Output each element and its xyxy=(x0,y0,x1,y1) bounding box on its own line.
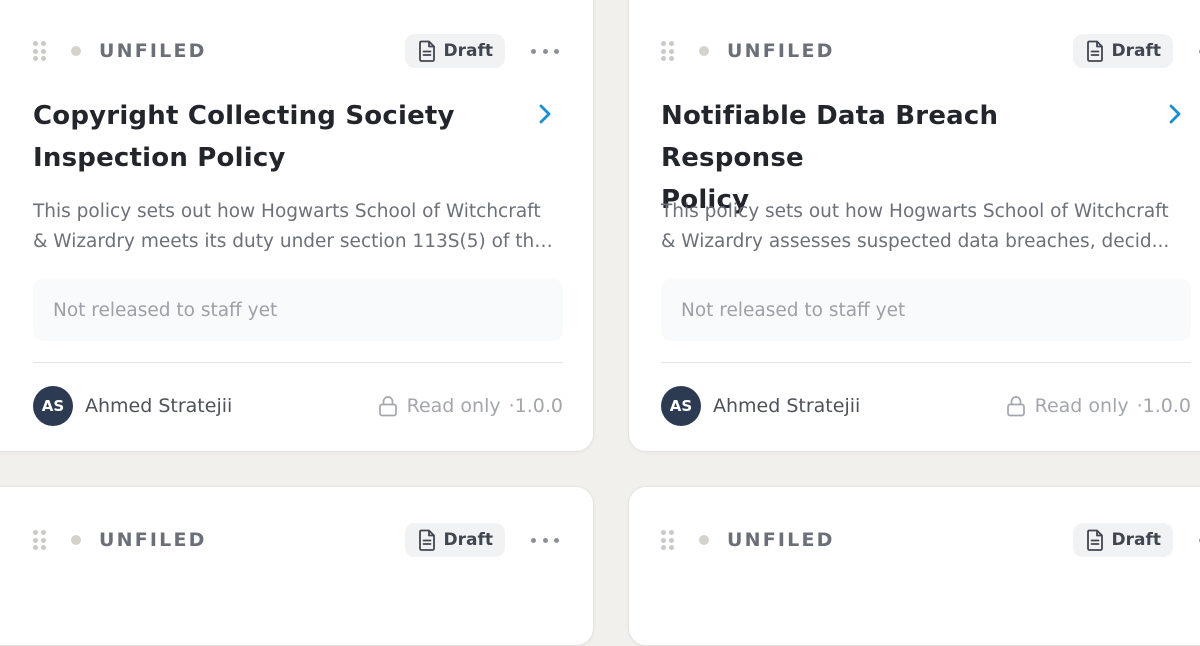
status-badge: Draft xyxy=(1072,34,1173,68)
document-icon xyxy=(1086,40,1103,62)
document-icon xyxy=(418,529,435,551)
drag-handle-icon[interactable] xyxy=(33,530,46,550)
policy-card[interactable]: UNFILED Draft xyxy=(0,486,594,646)
document-icon xyxy=(1086,529,1103,551)
folder-label: UNFILED xyxy=(727,529,835,551)
status-badge-label: Draft xyxy=(443,41,494,61)
policy-description-line: This policy sets out how Hogwarts School… xyxy=(33,201,541,222)
policy-description-line: & Wizardry assesses suspected data breac… xyxy=(661,231,1170,252)
policy-title-line: Copyright Collecting Society xyxy=(33,101,455,131)
drag-handle-icon[interactable] xyxy=(661,530,674,550)
divider xyxy=(33,362,563,363)
policy-card[interactable]: UNFILED Draft Copyright Collecting Socie… xyxy=(0,0,594,452)
chevron-right-icon[interactable] xyxy=(1167,103,1183,125)
status-badge-label: Draft xyxy=(1111,530,1162,550)
author-name: Ahmed Stratejii xyxy=(85,395,233,417)
policy-title-line: Inspection Policy xyxy=(33,143,286,173)
policy-description: This policy sets out how Hogwarts School… xyxy=(33,197,563,257)
status-dot xyxy=(699,46,709,56)
policy-card[interactable]: UNFILED Draft Notifiable Data Breach Res… xyxy=(628,0,1200,452)
card-header: UNFILED Draft xyxy=(661,33,1200,69)
drag-handle-icon[interactable] xyxy=(33,41,46,61)
more-horizontal-icon[interactable] xyxy=(531,41,559,61)
policy-card-grid: UNFILED Draft Copyright Collecting Socie… xyxy=(0,0,1200,646)
status-badge-label: Draft xyxy=(1111,41,1162,61)
status-badge: Draft xyxy=(1072,523,1173,557)
folder-label: UNFILED xyxy=(99,40,207,62)
more-horizontal-icon[interactable] xyxy=(531,530,559,550)
policy-title[interactable]: Copyright Collecting Society Inspection … xyxy=(33,95,473,179)
divider xyxy=(661,362,1191,363)
version-label: ·1.0.0 xyxy=(1136,395,1191,417)
avatar: AS xyxy=(33,386,73,426)
card-footer: AS Ahmed Stratejii Read only ·1.0.0 xyxy=(33,385,563,427)
access-label: Read only xyxy=(406,395,501,417)
version-label: ·1.0.0 xyxy=(508,395,563,417)
policy-description: This policy sets out how Hogwarts School… xyxy=(661,197,1191,257)
status-dot xyxy=(699,535,709,545)
folder-label: UNFILED xyxy=(727,40,835,62)
status-badge: Draft xyxy=(404,523,505,557)
card-footer: AS Ahmed Stratejii Read only ·1.0.0 xyxy=(661,385,1191,427)
access-level: Read only xyxy=(1006,395,1129,417)
status-dot xyxy=(71,46,81,56)
status-dot xyxy=(71,535,81,545)
lock-icon xyxy=(1006,396,1025,417)
avatar: AS xyxy=(661,386,701,426)
policy-description-line: & Wizardry meets its duty under section … xyxy=(33,231,563,252)
card-header: UNFILED Draft xyxy=(33,33,559,69)
drag-handle-icon[interactable] xyxy=(661,41,674,61)
document-icon xyxy=(418,40,435,62)
card-header: UNFILED Draft xyxy=(661,522,1200,558)
policy-title-line: Notifiable Data Breach Response xyxy=(661,101,999,173)
lock-icon xyxy=(378,396,397,417)
chevron-right-icon[interactable] xyxy=(537,103,553,125)
card-header: UNFILED Draft xyxy=(33,522,559,558)
release-status: Not released to staff yet xyxy=(661,279,1191,341)
access-label: Read only xyxy=(1034,395,1129,417)
access-level: Read only xyxy=(378,395,501,417)
status-badge-label: Draft xyxy=(443,530,494,550)
author-name: Ahmed Stratejii xyxy=(713,395,861,417)
policy-card[interactable]: UNFILED Draft xyxy=(628,486,1200,646)
folder-label: UNFILED xyxy=(99,529,207,551)
policy-description-line: This policy sets out how Hogwarts School… xyxy=(661,201,1169,222)
release-status: Not released to staff yet xyxy=(33,279,563,341)
status-badge: Draft xyxy=(404,34,505,68)
